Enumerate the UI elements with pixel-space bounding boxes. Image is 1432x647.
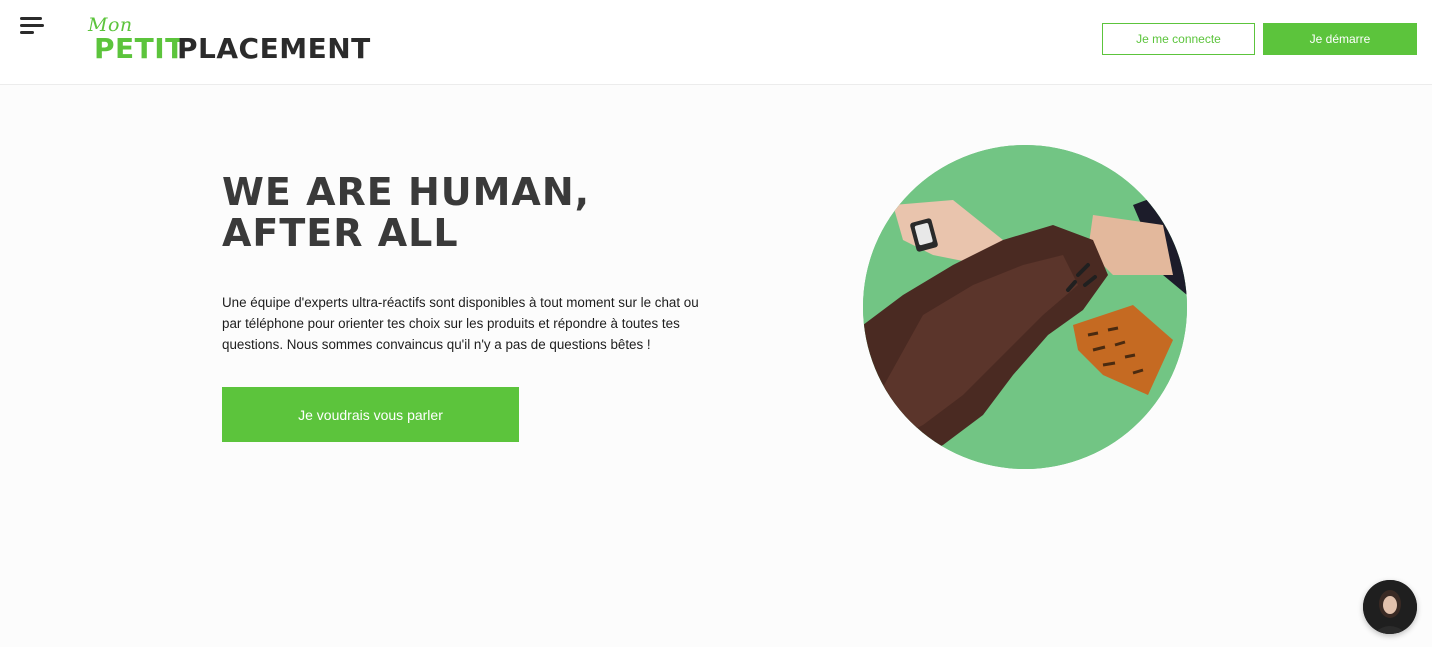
- chat-avatar-icon[interactable]: [1363, 580, 1417, 634]
- hamburger-menu-icon[interactable]: [18, 15, 46, 39]
- start-button[interactable]: Je démarre: [1263, 23, 1417, 55]
- hero-title-line2: AFTER ALL: [222, 211, 459, 255]
- logo[interactable]: Mon PETIT PLACEMENT: [88, 14, 371, 70]
- hands-illustration: [863, 145, 1187, 469]
- hero-title: WE ARE HUMAN, AFTER ALL: [222, 172, 642, 254]
- chat-avatar-portrait: [1363, 580, 1417, 634]
- logo-petit: PETIT: [94, 32, 185, 65]
- hero-title-line1: WE ARE HUMAN,: [222, 170, 591, 214]
- hands-photo: [863, 145, 1187, 469]
- talk-to-us-button[interactable]: Je voudrais vous parler: [222, 387, 519, 442]
- hero-description: Une équipe d'experts ultra-réactifs sont…: [222, 295, 699, 352]
- logo-placement: PLACEMENT: [177, 32, 371, 65]
- login-button[interactable]: Je me connecte: [1102, 23, 1255, 55]
- site-header: Mon PETIT PLACEMENT Je me connecte Je dé…: [0, 0, 1432, 85]
